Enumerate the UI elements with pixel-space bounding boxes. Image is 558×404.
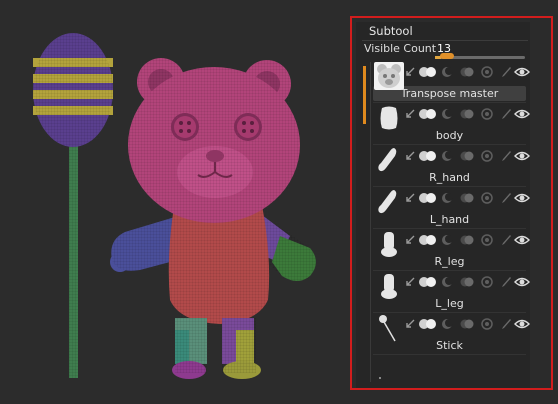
eye-visibility-icon[interactable] [514, 66, 530, 78]
moon-icon[interactable] [441, 318, 453, 330]
subtool-row-toggles [404, 108, 530, 122]
subtool-row-toggles [404, 318, 530, 332]
row-divider [373, 186, 526, 187]
moon-icon[interactable] [441, 276, 453, 288]
subtool-row[interactable]: Transpose master [373, 62, 530, 104]
subtool-name: body [435, 129, 464, 142]
double-circle-icon[interactable] [460, 150, 474, 162]
subtool-row[interactable]: L_hand [373, 188, 530, 230]
subtool-name: Stick [436, 339, 463, 352]
double-circle-icon[interactable] [460, 66, 474, 78]
merge-circle-icon[interactable] [481, 276, 493, 288]
subtool-name: L_hand [429, 213, 470, 226]
sphere-toggle-icon[interactable] [418, 108, 438, 120]
row-divider [373, 228, 526, 229]
leg-thumbnail[interactable] [374, 272, 402, 300]
moon-icon[interactable] [441, 66, 453, 78]
double-circle-icon[interactable] [460, 318, 474, 330]
subtool-row-toggles [404, 234, 530, 248]
merge-circle-icon[interactable] [481, 192, 493, 204]
list-scroll-track[interactable] [370, 62, 371, 382]
brush-icon[interactable] [500, 276, 512, 288]
subtool-name: L_leg [435, 297, 464, 310]
list-end-marker [379, 377, 381, 379]
hand-thumbnail[interactable] [374, 146, 402, 174]
subtool-row[interactable]: R_leg [373, 230, 530, 272]
merge-circle-icon[interactable] [481, 108, 493, 120]
sphere-toggle-icon[interactable] [418, 276, 438, 288]
moon-icon[interactable] [441, 234, 453, 246]
bear-right-leg[interactable] [222, 318, 261, 379]
brush-icon[interactable] [500, 318, 512, 330]
sphere-toggle-icon[interactable] [418, 150, 438, 162]
eye-visibility-icon[interactable] [514, 192, 530, 204]
3d-viewport[interactable] [0, 0, 350, 404]
row-divider [373, 144, 526, 145]
active-subtool-indicator [363, 66, 366, 124]
brush-icon[interactable] [500, 108, 512, 120]
bear-model-render[interactable] [0, 0, 350, 404]
double-circle-icon[interactable] [460, 108, 474, 120]
subtool-row[interactable]: Stick [373, 314, 530, 356]
bear-head[interactable] [128, 67, 300, 223]
leg-thumbnail[interactable] [374, 230, 402, 258]
double-circle-icon[interactable] [460, 276, 474, 288]
panel-title[interactable]: Subtool [369, 24, 413, 38]
body-thumbnail[interactable] [374, 104, 402, 132]
row-divider [373, 102, 526, 103]
moon-icon[interactable] [441, 192, 453, 204]
merge-circle-icon[interactable] [481, 66, 493, 78]
brush-icon[interactable] [500, 150, 512, 162]
stick-thumbnail[interactable] [374, 314, 402, 342]
moon-icon[interactable] [441, 108, 453, 120]
arrow-icon[interactable] [404, 150, 416, 162]
subtool-row[interactable]: body [373, 104, 530, 146]
subtool-panel: Subtool Visible Count 13 Transpose maste… [356, 22, 530, 388]
subtool-row-toggles [404, 276, 530, 290]
hand-thumbnail[interactable] [374, 188, 402, 216]
visible-count-label: Visible Count [364, 42, 437, 55]
sphere-toggle-icon[interactable] [418, 192, 438, 204]
subtool-name: R_leg [434, 255, 465, 268]
title-divider [362, 40, 528, 41]
sphere-toggle-icon[interactable] [418, 66, 438, 78]
arrow-icon[interactable] [404, 276, 416, 288]
bear-thumbnail[interactable] [374, 62, 404, 90]
row-divider [373, 270, 526, 271]
brush-icon[interactable] [500, 234, 512, 246]
merge-circle-icon[interactable] [481, 318, 493, 330]
eye-visibility-icon[interactable] [514, 318, 530, 330]
sphere-toggle-icon[interactable] [418, 234, 438, 246]
merge-circle-icon[interactable] [481, 150, 493, 162]
arrow-icon[interactable] [404, 234, 416, 246]
merge-circle-icon[interactable] [481, 234, 493, 246]
subtool-row[interactable]: R_hand [373, 146, 530, 188]
moon-icon[interactable] [441, 150, 453, 162]
eye-visibility-icon[interactable] [514, 276, 530, 288]
lollipop-head[interactable] [33, 33, 113, 147]
row-divider [373, 354, 526, 355]
lollipop-stick[interactable] [69, 140, 78, 378]
row-divider [373, 312, 526, 313]
visible-count-slider-handle[interactable] [440, 53, 454, 59]
subtool-row-toggles [404, 150, 530, 164]
arrow-icon[interactable] [404, 66, 416, 78]
bear-left-leg[interactable] [172, 318, 207, 379]
subtool-name: Transpose master [400, 87, 499, 100]
eye-visibility-icon[interactable] [514, 108, 530, 120]
subtool-name: R_hand [429, 171, 470, 184]
subtool-row-toggles [404, 192, 530, 206]
arrow-icon[interactable] [404, 108, 416, 120]
eye-visibility-icon[interactable] [514, 234, 530, 246]
subtool-row[interactable]: L_leg [373, 272, 530, 314]
arrow-icon[interactable] [404, 318, 416, 330]
sphere-toggle-icon[interactable] [418, 318, 438, 330]
subtool-row-toggles [404, 66, 530, 80]
eye-visibility-icon[interactable] [514, 150, 530, 162]
double-circle-icon[interactable] [460, 192, 474, 204]
brush-icon[interactable] [500, 192, 512, 204]
brush-icon[interactable] [500, 66, 512, 78]
double-circle-icon[interactable] [460, 234, 474, 246]
arrow-icon[interactable] [404, 192, 416, 204]
